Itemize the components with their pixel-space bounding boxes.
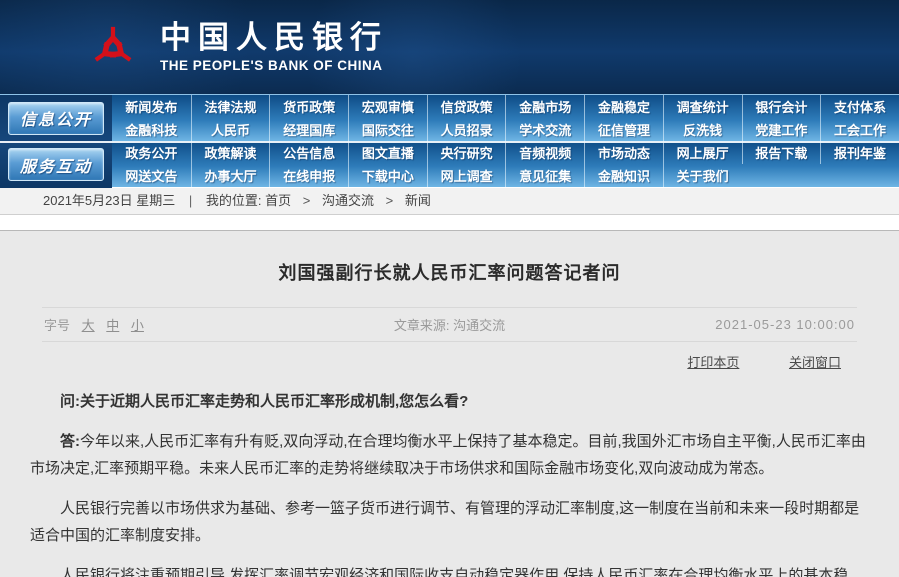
bank-name-zh: 中国人民银行 (160, 21, 388, 55)
article-paragraph: 人民银行完善以市场供求为基础、参考一篮子货币进行调节、有管理的浮动汇率制度,这一… (30, 495, 869, 549)
nav-item[interactable]: 支付体系 (820, 95, 899, 118)
font-size-large-link[interactable]: 大 (82, 318, 95, 333)
nav-row-2: 金融科技 人民币 经理国库 国际交往 人员招录 学术交流 征信管理 反洗钱 党建… (112, 118, 899, 141)
nav-item[interactable]: 音频视频 (505, 141, 584, 164)
nav-item[interactable]: 征信管理 (584, 118, 663, 141)
site-header: 中国人民银行 THE PEOPLE'S BANK OF CHINA (0, 0, 899, 94)
article-paragraph: 人民银行将注重预期引导,发挥汇率调节宏观经济和国际收支自动稳定器作用,保持人民币… (30, 562, 869, 577)
pboc-logo-icon (92, 17, 134, 77)
breadcrumb: 2021年5月23日 星期三 | 我的位置: 首页 > 沟通交流 > 新闻 (0, 188, 899, 215)
nav-section-info-disclosure[interactable]: 信息公开 (8, 102, 104, 135)
main-nav: 信息公开 服务互动 新闻发布 法律法规 货币政策 宏观审慎 信贷政策 金融市场 … (0, 94, 899, 188)
breadcrumb-section-link[interactable]: 沟通交流 (322, 193, 374, 208)
nav-group-service: 政务公开 政策解读 公告信息 图文直播 央行研究 音频视频 市场动态 网上展厅 … (112, 141, 899, 187)
nav-item[interactable]: 金融市场 (505, 95, 584, 118)
nav-links-grid: 新闻发布 法律法规 货币政策 宏观审慎 信贷政策 金融市场 金融稳定 调查统计 … (112, 95, 899, 188)
nav-item[interactable]: 市场动态 (584, 141, 663, 164)
nav-item[interactable]: 经理国库 (269, 118, 348, 141)
nav-item[interactable]: 反洗钱 (663, 118, 742, 141)
nav-item[interactable]: 党建工作 (742, 118, 821, 141)
nav-row-1: 新闻发布 法律法规 货币政策 宏观审慎 信贷政策 金融市场 金融稳定 调查统计 … (112, 95, 899, 118)
article-datetime: 2021-05-23 10:00:00 (505, 317, 855, 332)
nav-item[interactable]: 政策解读 (191, 141, 270, 164)
nav-cell-empty (820, 164, 899, 187)
breadcrumb-divider: | (189, 193, 192, 208)
nav-item[interactable]: 网上调查 (427, 164, 506, 187)
nav-item[interactable]: 下载中心 (348, 164, 427, 187)
article-title: 刘国强副行长就人民币汇率问题答记者问 (30, 259, 869, 285)
bank-name-en: THE PEOPLE'S BANK OF CHINA (160, 58, 388, 73)
nav-row-4: 网送文告 办事大厅 在线申报 下载中心 网上调查 意见征集 金融知识 关于我们 (112, 164, 899, 187)
nav-item[interactable]: 宏观审慎 (348, 95, 427, 118)
nav-item[interactable]: 人民币 (191, 118, 270, 141)
nav-item[interactable]: 法律法规 (191, 95, 270, 118)
nav-item[interactable]: 网送文告 (112, 164, 191, 187)
nav-item[interactable]: 调查统计 (663, 95, 742, 118)
article-meta-row: 字号 大 中 小 文章来源: 沟通交流 2021-05-23 10:00:00 (42, 307, 857, 342)
nav-section-column: 信息公开 服务互动 (0, 95, 112, 188)
nav-item[interactable]: 网上展厅 (663, 141, 742, 164)
nav-item[interactable]: 报告下载 (742, 141, 821, 164)
nav-item[interactable]: 金融稳定 (584, 95, 663, 118)
close-window-link[interactable]: 关闭窗口 (789, 355, 841, 370)
nav-item[interactable]: 新闻发布 (112, 95, 191, 118)
bank-name: 中国人民银行 THE PEOPLE'S BANK OF CHINA (160, 21, 388, 73)
white-gap (0, 215, 899, 230)
nav-item[interactable]: 关于我们 (663, 164, 742, 187)
font-size-medium-link[interactable]: 中 (106, 318, 119, 333)
nav-item[interactable]: 货币政策 (269, 95, 348, 118)
source-link[interactable]: 沟通交流 (453, 318, 505, 333)
print-page-link[interactable]: 打印本页 (687, 355, 739, 370)
location-label: 我的位置: (206, 193, 262, 208)
font-size-label: 字号 (44, 318, 70, 333)
nav-item[interactable]: 银行会计 (742, 95, 821, 118)
nav-item[interactable]: 人员招录 (427, 118, 506, 141)
nav-item[interactable]: 金融知识 (584, 164, 663, 187)
nav-section-service-interaction[interactable]: 服务互动 (8, 148, 104, 181)
nav-group-info: 新闻发布 法律法规 货币政策 宏观审慎 信贷政策 金融市场 金融稳定 调查统计 … (112, 95, 899, 141)
breadcrumb-current-page: 新闻 (405, 193, 431, 208)
nav-item[interactable]: 国际交往 (348, 118, 427, 141)
nav-item[interactable]: 学术交流 (505, 118, 584, 141)
article-body: 问:关于近期人民币汇率走势和人民币汇率形成机制,您怎么看? 答:今年以来,人民币… (30, 388, 869, 577)
nav-cell-empty (742, 164, 821, 187)
font-size-controls: 字号 大 中 小 (44, 315, 394, 334)
article-source: 文章来源: 沟通交流 (394, 315, 505, 334)
home-logo-link[interactable]: 中国人民银行 THE PEOPLE'S BANK OF CHINA (92, 17, 388, 77)
nav-item[interactable]: 金融科技 (112, 118, 191, 141)
article-content: 刘国强副行长就人民币汇率问题答记者问 字号 大 中 小 文章来源: 沟通交流 2… (0, 230, 899, 577)
font-size-small-link[interactable]: 小 (131, 318, 144, 333)
source-label: 文章来源: (394, 318, 450, 333)
breadcrumb-home-link[interactable]: 首页 (265, 193, 291, 208)
nav-item[interactable]: 报刊年鉴 (820, 141, 899, 164)
breadcrumb-separator: > (303, 193, 311, 208)
nav-item[interactable]: 公告信息 (269, 141, 348, 164)
nav-item[interactable]: 在线申报 (269, 164, 348, 187)
nav-item[interactable]: 央行研究 (427, 141, 506, 164)
nav-row-3: 政务公开 政策解读 公告信息 图文直播 央行研究 音频视频 市场动态 网上展厅 … (112, 141, 899, 164)
nav-item[interactable]: 意见征集 (505, 164, 584, 187)
nav-item[interactable]: 信贷政策 (427, 95, 506, 118)
nav-item[interactable]: 办事大厅 (191, 164, 270, 187)
article-paragraph: 答:今年以来,人民币汇率有升有贬,双向浮动,在合理均衡水平上保持了基本稳定。目前… (30, 428, 869, 482)
article-tools: 打印本页 关闭窗口 (30, 352, 841, 371)
nav-item[interactable]: 工会工作 (820, 118, 899, 141)
current-date: 2021年5月23日 星期三 (43, 193, 175, 208)
article-paragraph-question: 问:关于近期人民币汇率走势和人民币汇率形成机制,您怎么看? (30, 388, 869, 415)
breadcrumb-separator: > (386, 193, 394, 208)
nav-item[interactable]: 政务公开 (112, 141, 191, 164)
nav-item[interactable]: 图文直播 (348, 141, 427, 164)
